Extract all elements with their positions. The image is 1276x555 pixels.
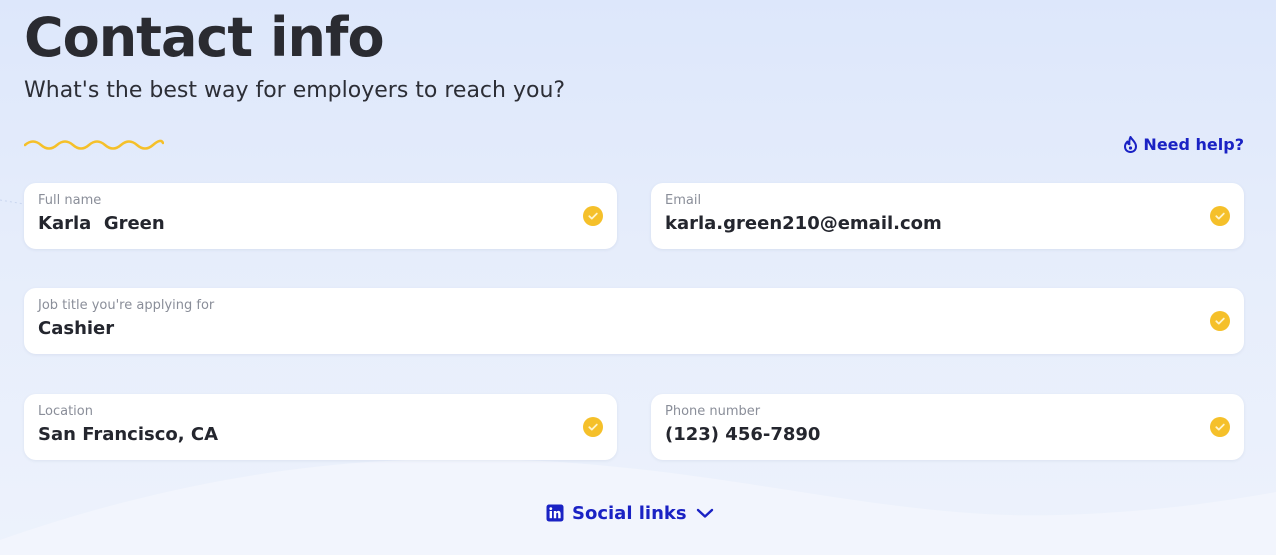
need-help-link[interactable]: Need help?: [1123, 133, 1244, 155]
phone-label: Phone number: [665, 404, 761, 419]
location-field[interactable]: Location San Francisco, CA: [24, 394, 617, 460]
location-label: Location: [38, 404, 93, 419]
squiggle-decoration: [24, 139, 164, 150]
check-icon: [1210, 311, 1230, 331]
phone-value[interactable]: (123) 456-7890: [665, 424, 820, 445]
page-title: Contact info: [24, 6, 385, 69]
email-label: Email: [665, 193, 702, 208]
check-icon: [583, 417, 603, 437]
full-name-value[interactable]: Karla Green: [38, 213, 165, 234]
location-value[interactable]: San Francisco, CA: [38, 424, 218, 445]
full-name-field[interactable]: Full name Karla Green: [24, 183, 617, 249]
job-title-value[interactable]: Cashier: [38, 318, 114, 339]
page-subtitle: What's the best way for employers to rea…: [24, 78, 566, 103]
job-title-label: Job title you're applying for: [38, 298, 215, 313]
check-icon: [1210, 206, 1230, 226]
need-help-label: Need help?: [1143, 134, 1244, 154]
linkedin-icon: [546, 504, 564, 522]
email-value[interactable]: karla.green210@email.com: [665, 213, 942, 234]
check-icon: [1210, 417, 1230, 437]
email-field[interactable]: Email karla.green210@email.com: [651, 183, 1244, 249]
full-name-label: Full name: [38, 193, 102, 208]
check-icon: [583, 206, 603, 226]
chevron-down-icon: [696, 508, 713, 518]
job-title-field[interactable]: Job title you're applying for Cashier: [24, 288, 1244, 354]
phone-field[interactable]: Phone number (123) 456-7890: [651, 394, 1244, 460]
social-links-label: Social links: [572, 502, 687, 524]
fire-icon: [1124, 135, 1138, 153]
social-links-toggle[interactable]: Social links: [546, 500, 715, 526]
